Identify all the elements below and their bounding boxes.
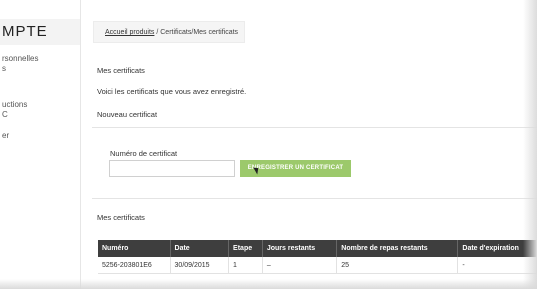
- intro-text: Voici les certificats que vous avez enre…: [97, 87, 247, 96]
- app-window: MPTE rsonnelles s uctions C er Accueil p…: [0, 0, 537, 289]
- certificate-number-label: Numéro de certificat: [110, 149, 178, 158]
- breadcrumb: Accueil produits / Certificats/Mes certi…: [93, 21, 245, 43]
- divider: [92, 198, 537, 199]
- table-header-row: Numéro Date Etape Jours restants Nombre …: [98, 240, 537, 257]
- new-certificate-heading: Nouveau certificat: [97, 110, 158, 119]
- window-edge-shadow: [523, 0, 537, 289]
- column-header: Nombre de repas restants: [336, 240, 459, 257]
- sidebar-item-other[interactable]: er: [2, 131, 9, 141]
- divider: [92, 127, 537, 128]
- certificate-number-input[interactable]: [109, 160, 235, 177]
- sidebar-item-label: C: [2, 110, 8, 119]
- my-certificates-heading: Mes certificats: [97, 213, 145, 222]
- sidebar-item-personal-info[interactable]: rsonnelles s: [2, 54, 38, 74]
- cell-days-remaining: –: [262, 257, 338, 274]
- sidebar-item-label: uctions: [2, 100, 28, 109]
- column-header: Numéro: [98, 240, 171, 257]
- table-row: 5256-203801E6 30/09/2015 1 – 25 -: [98, 257, 537, 274]
- main-content: Accueil produits / Certificats/Mes certi…: [81, 0, 537, 289]
- column-header: Etape: [228, 240, 263, 257]
- sidebar-item-label: rsonnelles: [2, 54, 39, 63]
- certificates-table: Numéro Date Etape Jours restants Nombre …: [98, 240, 537, 274]
- sidebar-item-label: er: [2, 131, 10, 140]
- page-title: Mes certificats: [97, 66, 145, 75]
- cell-step: 1: [228, 257, 263, 274]
- cell-date: 30/09/2015: [170, 257, 230, 274]
- cell-number: 5256-203801E6: [98, 257, 171, 274]
- window-edge-shadow: [0, 279, 537, 289]
- breadcrumb-current: / Certificats/Mes certificats: [154, 29, 239, 36]
- sidebar-title: MPTE: [0, 19, 80, 45]
- column-header: Jours restants: [262, 240, 338, 257]
- sidebar-item-instructions[interactable]: uctions C: [2, 100, 27, 120]
- account-sidebar: MPTE rsonnelles s uctions C er: [0, 0, 81, 289]
- cell-meals-remaining: 25: [336, 257, 459, 274]
- sidebar-item-label: s: [2, 64, 6, 73]
- column-header: Date: [170, 240, 230, 257]
- breadcrumb-home-link[interactable]: Accueil produits: [105, 29, 154, 36]
